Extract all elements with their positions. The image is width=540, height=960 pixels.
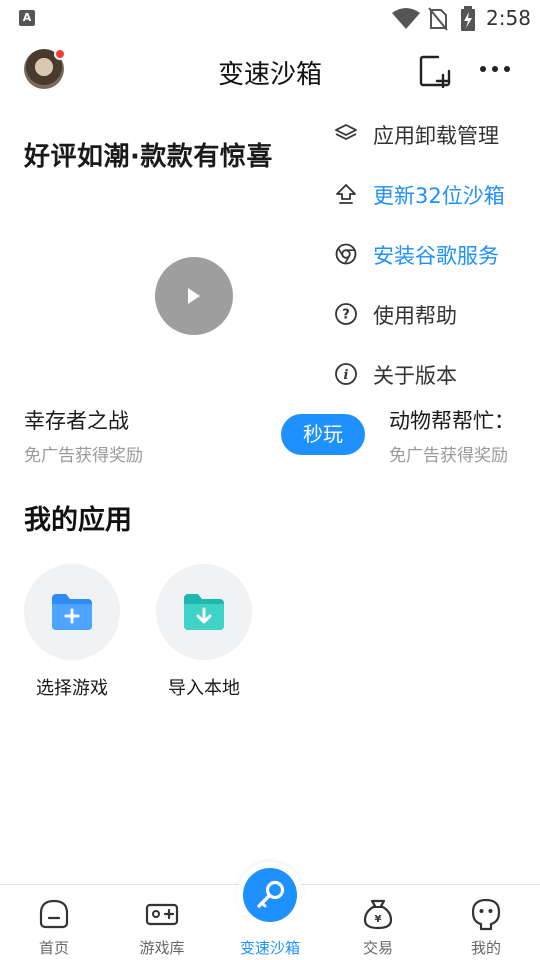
game-title[interactable]: 幸存者之战 (24, 405, 129, 435)
upload-icon (336, 184, 356, 204)
svg-text:i: i (344, 368, 349, 383)
app-label: 选择游戏 (36, 678, 108, 699)
clock: 2:58 (486, 6, 531, 30)
gamepad-icon (145, 903, 179, 926)
folder-add-icon (52, 594, 92, 630)
game-subtitle: 免广告获得奖励 (24, 446, 143, 466)
nav-label: 交易 (362, 939, 393, 957)
app-label: 导入本地 (168, 678, 240, 699)
quick-play-button[interactable]: 秒玩 (281, 414, 365, 455)
money-bag-icon: ¥ (363, 899, 393, 930)
add-square-icon[interactable] (418, 54, 452, 88)
page-title: 变速沙箱 (217, 60, 322, 90)
nav-label: 首页 (38, 939, 69, 957)
nav-item-me[interactable]: 我的 (432, 885, 540, 960)
menu-item-update-32bit[interactable]: 更新32位沙箱 (320, 164, 540, 224)
info-circle-icon: i (335, 363, 357, 385)
key-icon (257, 880, 285, 908)
a-icon: A (19, 10, 35, 26)
overflow-menu: 应用卸载管理 更新32位沙箱 安装谷歌服务 ? 使用帮助 i 关于版本 (320, 104, 540, 404)
nav-item-trade[interactable]: ¥ 交易 (324, 885, 432, 960)
battery-charging-icon (461, 6, 475, 31)
app-header: 变速沙箱 (0, 36, 540, 104)
menu-item-label: 安装谷歌服务 (373, 244, 499, 268)
nav-label: 变速沙箱 (239, 939, 300, 957)
menu-item-help[interactable]: ? 使用帮助 (320, 284, 540, 344)
home-icon (39, 899, 69, 929)
nav-item-home[interactable]: 首页 (0, 885, 108, 960)
chrome-icon (335, 243, 357, 265)
nav-label: 游戏库 (139, 939, 185, 957)
help-circle-icon: ? (335, 303, 357, 325)
game-title[interactable]: 动物帮帮忙： (389, 405, 515, 435)
layers-icon (335, 124, 357, 140)
game-subtitle: 免广告获得奖励 (389, 446, 508, 466)
menu-item-about[interactable]: i 关于版本 (320, 344, 540, 404)
menu-item-label: 关于版本 (373, 364, 457, 388)
play-video-button[interactable] (155, 257, 233, 335)
nav-label: 我的 (470, 939, 501, 957)
wifi-icon (392, 8, 420, 29)
profile-icon (471, 898, 501, 931)
section-title: 我的应用 (24, 505, 132, 536)
banner-title: 好评如潮·款款有惊喜 (24, 142, 273, 172)
menu-item-label: 更新32位沙箱 (373, 184, 505, 208)
nav-item-game-library[interactable]: 游戏库 (108, 885, 216, 960)
folder-import-icon (184, 594, 224, 630)
speed-sandbox-center-button[interactable] (243, 868, 297, 922)
import-local-button[interactable] (156, 564, 252, 660)
menu-item-uninstall-manager[interactable]: 应用卸载管理 (320, 104, 540, 164)
svg-text:?: ? (342, 308, 350, 323)
play-icon (188, 288, 200, 304)
menu-item-label: 应用卸载管理 (373, 124, 499, 148)
status-bar: A 2:58 (0, 0, 540, 36)
select-game-button[interactable] (24, 564, 120, 660)
svg-text:¥: ¥ (375, 914, 382, 925)
menu-item-install-google[interactable]: 安装谷歌服务 (320, 224, 540, 284)
menu-item-label: 使用帮助 (373, 304, 457, 328)
more-dots-icon[interactable] (478, 64, 512, 74)
no-sim-icon (428, 7, 448, 31)
